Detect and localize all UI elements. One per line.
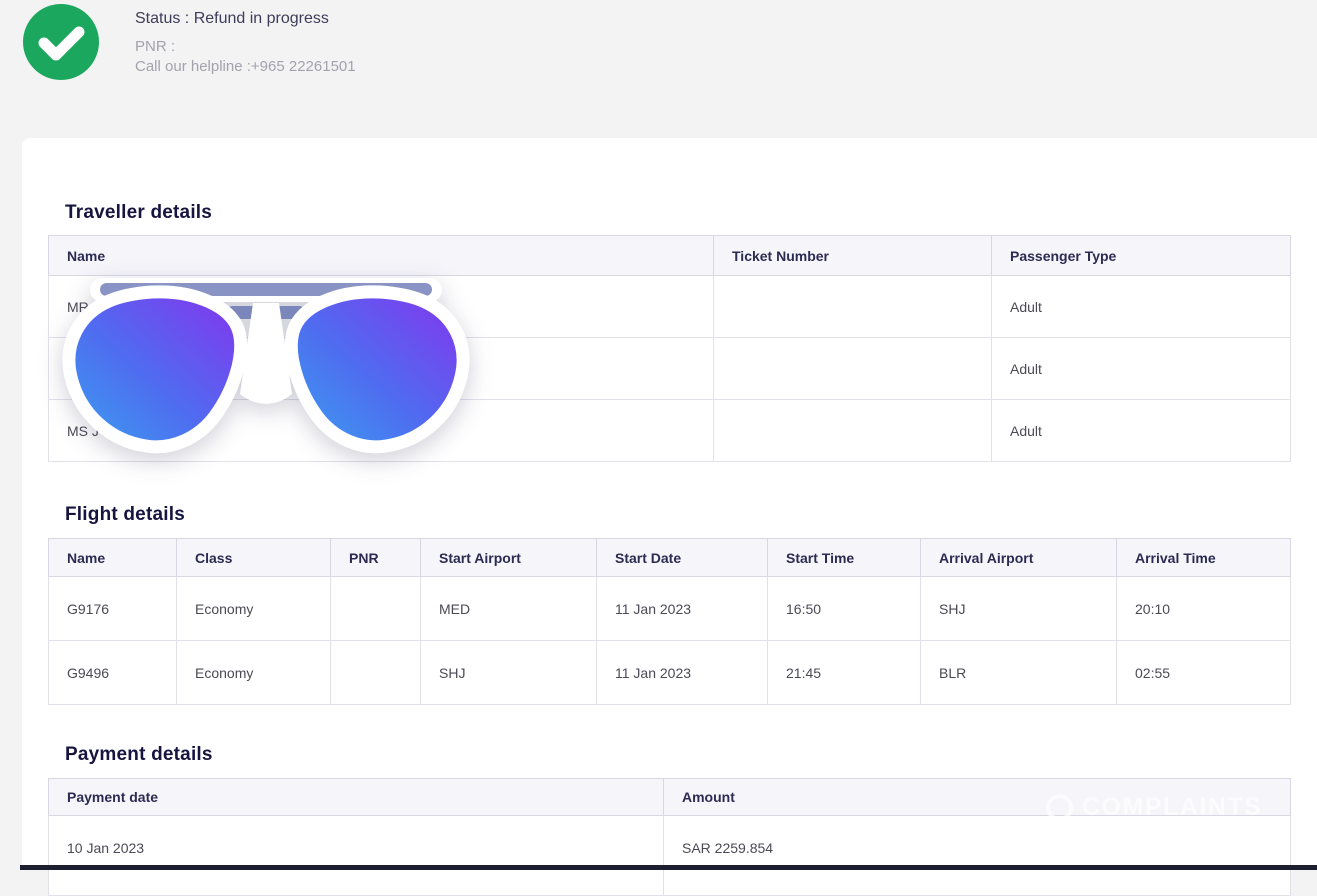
arrival-airport-cell: BLR	[921, 641, 1117, 705]
flight-col-start-airport: Start Airport	[421, 539, 597, 577]
payment-amount-cell: SAR 2259.854	[664, 816, 1291, 896]
arrival-time-cell: 02:55	[1117, 641, 1291, 705]
start-airport-cell: SHJ	[421, 641, 597, 705]
check-circle-icon	[23, 4, 99, 80]
footer-bar	[20, 865, 1317, 870]
flight-pnr-cell	[331, 641, 421, 705]
traveller-col-ticket-number: Ticket Number	[714, 236, 992, 276]
arrival-time-cell: 20:10	[1117, 577, 1291, 641]
start-time-cell: 16:50	[768, 577, 921, 641]
ticket-number-cell	[714, 276, 992, 338]
flight-details-title: Flight details	[65, 504, 185, 526]
passenger-type-cell: Adult	[992, 400, 1291, 462]
flight-pnr-cell	[331, 577, 421, 641]
status-header: Status : Refund in progress PNR : Call o…	[0, 0, 1317, 138]
pnr-text: PNR :	[135, 37, 356, 56]
flight-name-cell: G9496	[49, 641, 177, 705]
start-date-cell: 11 Jan 2023	[597, 641, 768, 705]
flight-name-cell: G9176	[49, 577, 177, 641]
payment-details-table: Payment date Amount 10 Jan 2023 SAR 2259…	[48, 778, 1291, 896]
flight-class-cell: Economy	[177, 577, 331, 641]
sunglasses-sticker	[56, 276, 476, 462]
traveller-details-title: Traveller details	[65, 202, 212, 224]
payment-col-amount: Amount	[664, 779, 1291, 816]
passenger-type-cell: Adult	[992, 276, 1291, 338]
helpline-text: Call our helpline :+965 22261501	[135, 57, 356, 76]
flight-details-table: Name Class PNR Start Airport Start Date …	[48, 538, 1291, 705]
flight-col-name: Name	[49, 539, 177, 577]
flight-class-cell: Economy	[177, 641, 331, 705]
arrival-airport-cell: SHJ	[921, 577, 1117, 641]
flight-header-row: Name Class PNR Start Airport Start Date …	[49, 539, 1291, 577]
payment-date-cell: 10 Jan 2023	[49, 816, 664, 896]
ticket-number-cell	[714, 400, 992, 462]
payment-header-row: Payment date Amount	[49, 779, 1291, 816]
status-text-block: Status : Refund in progress PNR : Call o…	[135, 7, 356, 76]
flight-col-class: Class	[177, 539, 331, 577]
status-text: Status : Refund in progress	[135, 7, 356, 31]
traveller-col-passenger-type: Passenger Type	[992, 236, 1291, 276]
traveller-col-name: Name	[49, 236, 714, 276]
flight-col-arrival-time: Arrival Time	[1117, 539, 1291, 577]
ticket-number-cell	[714, 338, 992, 400]
table-row: G9176 Economy MED 11 Jan 2023 16:50 SHJ …	[49, 577, 1291, 641]
traveller-header-row: Name Ticket Number Passenger Type	[49, 236, 1291, 276]
flight-col-arrival-airport: Arrival Airport	[921, 539, 1117, 577]
table-row: G9496 Economy SHJ 11 Jan 2023 21:45 BLR …	[49, 641, 1291, 705]
flight-col-pnr: PNR	[331, 539, 421, 577]
flight-col-start-date: Start Date	[597, 539, 768, 577]
start-time-cell: 21:45	[768, 641, 921, 705]
passenger-type-cell: Adult	[992, 338, 1291, 400]
flight-col-start-time: Start Time	[768, 539, 921, 577]
start-date-cell: 11 Jan 2023	[597, 577, 768, 641]
payment-col-date: Payment date	[49, 779, 664, 816]
start-airport-cell: MED	[421, 577, 597, 641]
payment-details-title: Payment details	[65, 744, 213, 766]
table-row: 10 Jan 2023 SAR 2259.854	[49, 816, 1291, 896]
